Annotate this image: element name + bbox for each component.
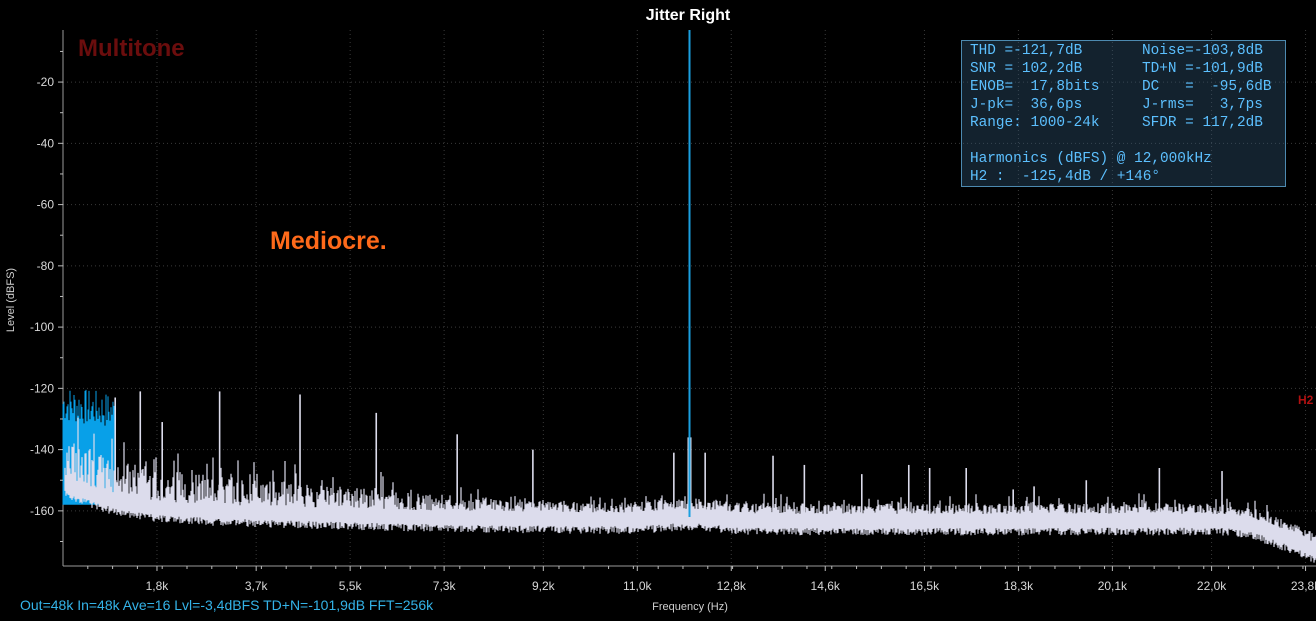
- x-tick-label: 18,3k: [1004, 579, 1034, 593]
- x-tick-label: 12,8k: [717, 579, 747, 593]
- rating-label: Mediocre.: [270, 227, 387, 255]
- stat-enob: ENOB= 17,8bits: [970, 79, 1100, 95]
- x-tick-label: 3,7k: [245, 579, 269, 593]
- y-tick-label: -60: [37, 198, 55, 212]
- x-axis-ticks: 1,8k 3,7k 5,5k 7,3k 9,2k 11,0k 12,8k 14,6k 16,5k…: [87, 566, 1316, 593]
- stat-sfdr: SFDR = 117,2dB: [1142, 115, 1263, 131]
- x-tick-label: 16,5k: [910, 579, 940, 593]
- harmonics-header: Harmonics (dBFS) @ 12,000kHz: [970, 151, 1212, 167]
- x-tick-label: 22,0k: [1197, 579, 1227, 593]
- stat-jitter-peak: J-pk= 36,6ps: [970, 97, 1083, 113]
- y-tick-label: -100: [30, 320, 54, 334]
- stat-tdn: TD+N =-101,9dB: [1142, 61, 1263, 77]
- x-tick-label: 5,5k: [339, 579, 363, 593]
- y-tick-label: -140: [30, 443, 54, 457]
- y-tick-label: -160: [30, 504, 54, 518]
- stat-range: Range: 1000-24k: [970, 115, 1100, 131]
- x-tick-label: 9,2k: [532, 579, 556, 593]
- y-tick-label: -40: [37, 136, 55, 150]
- x-axis-label: Frequency (Hz): [652, 601, 728, 613]
- status-footer: Out=48k In=48k Ave=16 Lvl=-3,4dBFS TD+N=…: [20, 597, 434, 613]
- harmonic-h2: H2 : -125,4dB / +146°: [970, 169, 1160, 185]
- y-tick-label: -120: [30, 381, 54, 395]
- stat-thd: THD =-121,7dB: [970, 43, 1083, 59]
- chart-title: Jitter Right: [646, 7, 731, 24]
- stat-noise: Noise=-103,8dB: [1142, 43, 1263, 59]
- x-tick-label: 7,3k: [433, 579, 457, 593]
- x-tick-label: 20,1k: [1098, 579, 1128, 593]
- mode-label: Multitone: [78, 35, 185, 62]
- y-axis-ticks: -20 -40 -60 -80 -100 -120 -140 -160: [30, 50, 63, 542]
- x-tick-label: 11,0k: [623, 579, 652, 593]
- x-tick-label: 1,8k: [146, 579, 170, 593]
- x-tick-label: 23,8k: [1291, 579, 1316, 593]
- stat-snr: SNR = 102,2dB: [970, 61, 1083, 77]
- h2-marker: H2: [1298, 393, 1314, 407]
- stats-panel: THD =-121,7dB Noise=-103,8dB SNR = 102,2…: [961, 40, 1286, 187]
- y-tick-label: -20: [37, 75, 55, 89]
- y-axis-label: Level (dBFS): [5, 268, 17, 332]
- stat-jitter-rms: J-rms= 3,7ps: [1142, 97, 1263, 113]
- stat-dc: DC = -95,6dB: [1142, 79, 1272, 95]
- y-tick-label: -80: [37, 259, 55, 273]
- x-tick-label: 14,6k: [811, 579, 841, 593]
